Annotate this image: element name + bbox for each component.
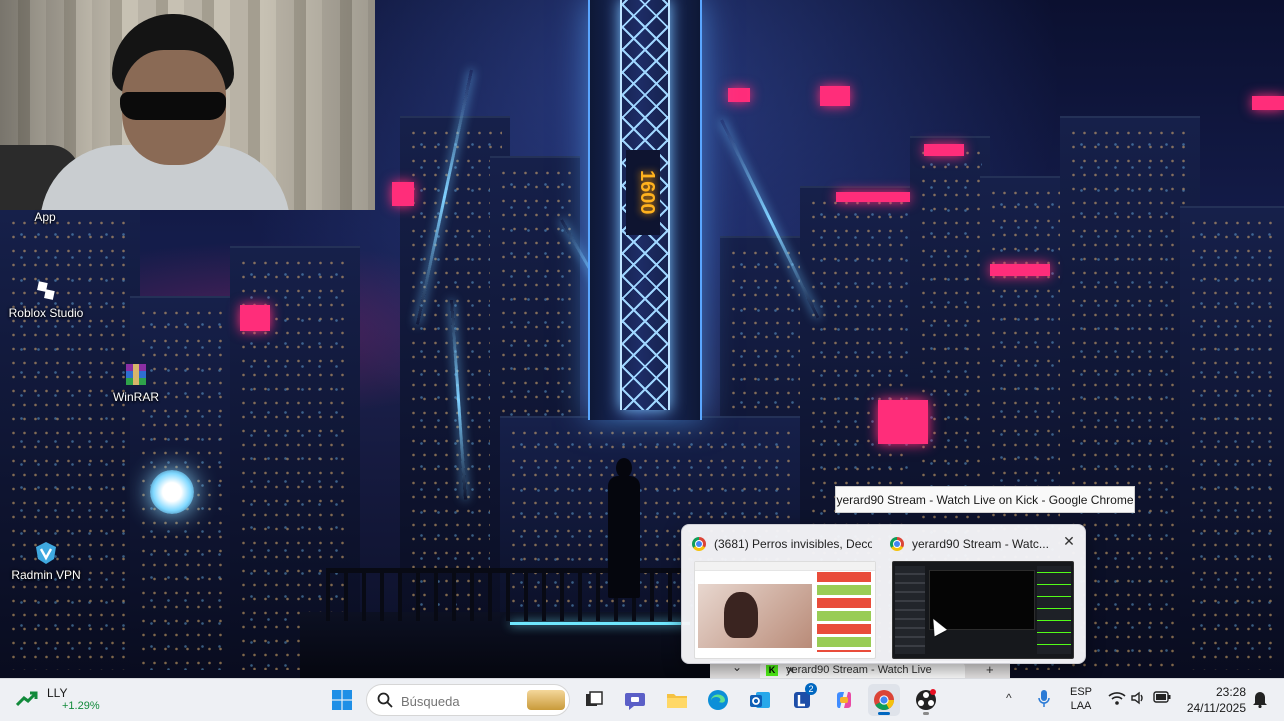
notification-bell-icon[interactable] [1252,690,1268,708]
active-indicator [878,712,890,715]
outlook-button[interactable] [744,684,776,716]
desktop-icon-label: Radmin VPN [11,568,81,582]
chevron-up-icon[interactable]: ^ [1006,691,1012,705]
clock-date: 24/11/2025 [1186,701,1246,715]
wifi-icon[interactable] [1108,690,1126,706]
taskbar: LLY +1.29% Búsqueda 2 ^ ESP LAA 23:28 24… [0,678,1284,721]
chrome-tab-kick[interactable]: K yerard90 Stream - Watch Live ✕ [760,663,965,678]
central-tower: 1600 [588,0,702,420]
neon-sign [924,144,964,156]
outlook-icon [750,692,770,708]
desktop-icon-app[interactable]: App [0,210,90,224]
neon-sign [878,400,928,444]
preview-window-title: yerard90 Stream - Watc... [912,537,1049,551]
neon-sign [392,182,414,206]
search-input[interactable] [399,691,523,711]
window-tooltip: yerard90 Stream - Watch Live on Kick - G… [835,486,1135,513]
clock-time: 23:28 [1215,685,1246,699]
desktop-icon-roblox-studio[interactable]: Roblox Studio [0,278,92,320]
preview-screenshot [694,561,876,659]
system-clock[interactable]: 23:28 24/11/2025 [1180,684,1246,716]
preview-window-youtube[interactable]: (3681) Perros invisibles, Decora... [686,529,878,659]
keyboard-layout: LAA [1070,700,1092,712]
stream-chat [1037,566,1071,654]
tab-close-icon[interactable]: ✕ [786,664,795,677]
obs-button[interactable] [910,684,942,716]
search-highlight-image [527,690,565,710]
language-indicator[interactable]: ESP LAA [1064,685,1098,713]
desktop-icon-label: App [34,210,56,224]
search-icon [377,692,393,708]
kick-sidebar [895,566,925,654]
tab-title: yerard90 Stream - Watch Live [786,664,932,676]
teams-button[interactable]: 2 [786,683,818,716]
neon-sign [990,264,1050,276]
desktop-icon-label: WinRAR [112,390,159,404]
desktop-icon-radmin-vpn[interactable]: Radmin VPN [0,540,92,582]
kick-icon: K [766,665,778,676]
notification-badge: 2 [805,683,817,695]
stage-lamp [150,470,194,514]
sunglasses [120,92,226,120]
task-view-icon [586,691,603,706]
stock-widget[interactable]: LLY +1.29% [16,685,106,715]
folder-icon [667,694,687,708]
building [1180,206,1284,678]
building [0,206,140,678]
trending-up-icon [16,691,38,707]
neon-sign [240,305,270,331]
language-code: ESP [1069,686,1092,698]
neon-sign [1252,96,1284,110]
copilot-button[interactable] [828,684,860,716]
obs-icon [916,689,936,710]
edge-button[interactable] [702,684,734,716]
browser-toolbar [695,562,875,571]
tower-digits: 1600 [626,150,660,235]
webcam-overlay [0,0,375,210]
person-silhouette [604,458,644,598]
copilot-icon [837,692,851,708]
recommended-list [817,572,871,652]
preview-window-title: (3681) Perros invisibles, Decora... [714,537,872,551]
new-tab-button[interactable]: + [986,662,994,677]
roblox-studio-icon [37,281,55,300]
stream-player [929,570,1035,630]
silhouette-head [616,458,632,478]
battery-icon[interactable] [1153,691,1171,703]
neon-sign [728,88,750,102]
chrome-button[interactable] [868,684,900,716]
preview-window-kick[interactable]: yerard90 Stream - Watc... [884,529,1076,659]
microphone-icon[interactable] [1038,689,1050,709]
desktop-icon-label: Roblox Studio [8,306,84,320]
neon-sign [820,86,850,106]
radmin-vpn-icon [36,542,56,564]
chrome-icon [890,537,904,551]
running-indicator [923,712,929,715]
chrome-icon [874,690,894,710]
close-icon[interactable]: ✕ [1061,533,1077,549]
chat-icon [625,693,645,710]
chrome-icon [692,537,706,551]
windows-icon [332,690,352,710]
start-button[interactable] [326,684,358,716]
stock-change: +1.29% [62,700,100,712]
winrar-icon [126,364,146,385]
taskbar-hover-preview: (3681) Perros invisibles, Decora... yera… [681,524,1086,664]
volume-icon[interactable] [1130,690,1146,706]
file-explorer-button[interactable] [661,684,693,716]
task-view-button[interactable] [578,684,610,716]
silhouette-body [608,476,640,598]
edge-icon [708,690,728,710]
neon-sign [836,192,910,202]
desktop-icon-winrar[interactable]: WinRAR [90,362,182,404]
taskbar-search[interactable] [366,684,570,716]
video-thumbnail [698,584,812,648]
chat-button[interactable] [619,684,651,716]
stock-ticker: LLY [47,686,68,700]
preview-screenshot [892,561,1074,659]
